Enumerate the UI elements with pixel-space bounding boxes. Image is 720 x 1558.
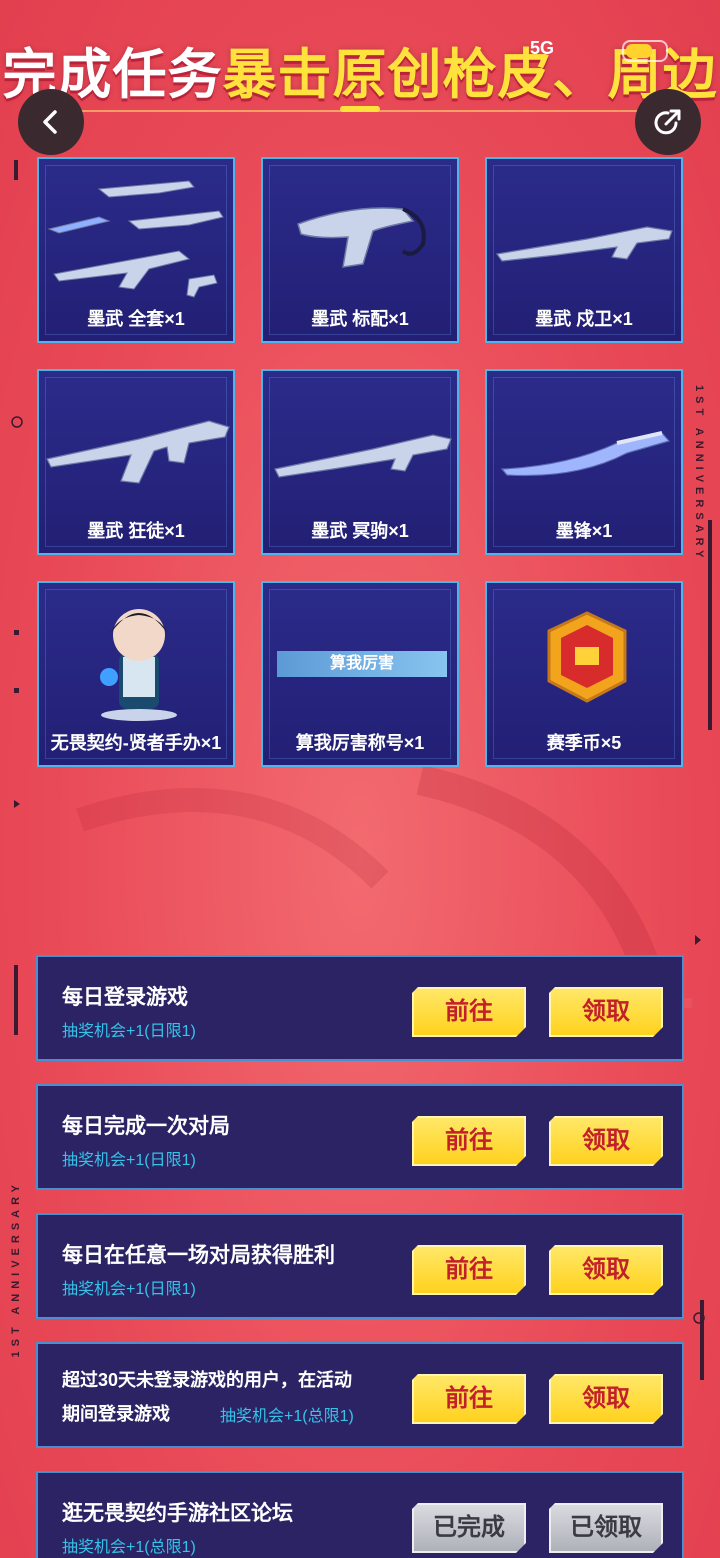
task-row: 逛无畏契约手游社区论坛 抽奖机会+1(总限1) 已完成 已领取 [36, 1471, 684, 1558]
sniper-icon [274, 434, 452, 478]
task-row: 超过30天未登录游戏的用户，在活动 期间登录游戏 抽奖机会+1(总限1) 前往 … [36, 1342, 684, 1448]
reward-label: 算我厉害称号×1 [295, 733, 425, 753]
rifle-icon [46, 420, 230, 484]
coin-icon [547, 611, 627, 703]
reward-label: 墨锋×1 [555, 521, 613, 541]
knife-icon [500, 431, 671, 477]
reward-label: 墨武 戍卫×1 [535, 309, 633, 329]
task-reward: 抽奖机会+1(日限1) [62, 1023, 196, 1040]
task-name: 每日登录游戏 [62, 986, 188, 1009]
reward-card: 墨锋×1 [485, 369, 683, 555]
task-name-line2: 期间登录游戏 [62, 1404, 170, 1424]
task-reward: 抽奖机会+1(日限1) [62, 1281, 196, 1298]
task-name: 每日完成一次对局 [62, 1115, 230, 1138]
go-button[interactable]: 前往 [412, 1374, 526, 1424]
reward-label: 墨武 冥驹×1 [311, 521, 409, 541]
side-text-left: 1ST ANNIVERSARY [10, 1180, 22, 1358]
go-button[interactable]: 前往 [412, 987, 526, 1037]
reward-card: 墨武 标配×1 [261, 157, 459, 343]
share-icon [654, 109, 681, 135]
claim-button[interactable]: 领取 [549, 1116, 663, 1166]
reward-card: 赛季币×5 [485, 581, 683, 767]
status-network: 5G [530, 38, 555, 58]
battery-icon [622, 40, 668, 62]
weapon-set-icon [47, 180, 224, 298]
reward-card: 墨武 全套×1 [37, 157, 235, 343]
claim-button[interactable]: 领取 [549, 1245, 663, 1295]
task-row: 每日完成一次对局 抽奖机会+1(日限1) 前往 领取 [36, 1084, 684, 1190]
sniper-icon [495, 226, 673, 262]
reward-card: 墨武 戍卫×1 [485, 157, 683, 343]
task-reward: 抽奖机会+1(总限1) [220, 1408, 354, 1425]
back-button[interactable] [18, 89, 84, 155]
reward-label: 赛季币×5 [546, 733, 622, 753]
claim-button[interactable]: 领取 [549, 1374, 663, 1424]
go-button[interactable]: 前往 [412, 1116, 526, 1166]
task-name: 每日在任意一场对局获得胜利 [62, 1244, 335, 1267]
task-name: 超过30天未登录游戏的用户，在活动 [62, 1370, 353, 1390]
reward-label: 墨武 狂徒×1 [87, 521, 185, 541]
task-row: 每日在任意一场对局获得胜利 抽奖机会+1(日限1) 前往 领取 [36, 1213, 684, 1319]
task-reward: 抽奖机会+1(日限1) [62, 1152, 196, 1169]
task-reward: 抽奖机会+1(总限1) [62, 1539, 196, 1556]
title-banner: 算我厉害 [277, 651, 447, 677]
reward-label: 无畏契约-贤者手办×1 [50, 733, 222, 753]
reward-label: 墨武 标配×1 [311, 309, 409, 329]
reward-card: 无畏契约-贤者手办×1 [37, 581, 235, 767]
reward-card: 墨武 冥驹×1 [261, 369, 459, 555]
go-button[interactable]: 前往 [412, 1245, 526, 1295]
claim-button[interactable]: 领取 [549, 987, 663, 1037]
completed-button[interactable]: 已完成 [412, 1503, 526, 1553]
side-text-right: 1ST ANNIVERSARY [693, 385, 705, 563]
reward-card: 算我厉害 算我厉害称号×1 [261, 581, 459, 767]
share-button[interactable] [635, 89, 701, 155]
title-notch [340, 106, 380, 112]
header: 完成任务暴击原创枪皮、周边 5G [0, 0, 720, 150]
task-row: 每日登录游戏 抽奖机会+1(日限1) 前往 领取 [36, 955, 684, 1061]
reward-label: 墨武 全套×1 [87, 309, 185, 329]
page-title: 完成任务暴击原创枪皮、周边 [0, 30, 720, 109]
claimed-button[interactable]: 已领取 [549, 1503, 663, 1553]
figure-icon [100, 609, 177, 721]
task-name: 逛无畏契约手游社区论坛 [62, 1502, 293, 1525]
pistol-icon [297, 207, 426, 268]
chevron-left-icon [43, 110, 57, 134]
reward-card: 墨武 狂徒×1 [37, 369, 235, 555]
